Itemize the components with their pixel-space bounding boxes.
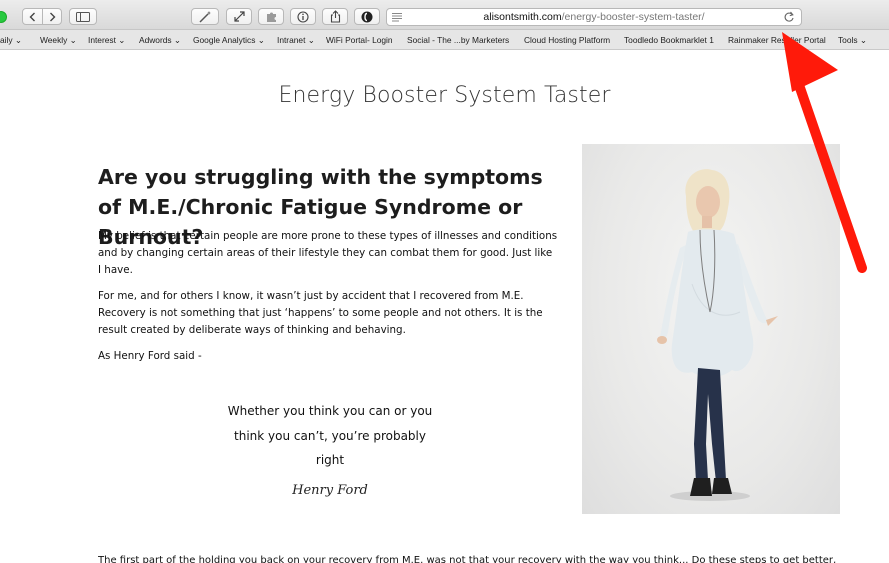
bookmark-wifi-portal[interactable]: WiFi Portal- Login [326, 35, 393, 45]
bookmark-adwords[interactable]: Adwords ⌄ [139, 35, 181, 45]
quote-author: Henry Ford [292, 483, 368, 498]
bookmark-toodledo[interactable]: Toodledo Bookmarklet 1 [624, 35, 714, 45]
quote: Whether you think you can or you think y… [212, 399, 448, 473]
url-path: /energy-booster-system-taster/ [561, 11, 705, 23]
fullscreen-icon [233, 11, 245, 22]
sidebar-button[interactable] [69, 8, 97, 25]
share-button[interactable] [322, 8, 348, 25]
sidebar-icon [76, 11, 90, 22]
bookmark-interest[interactable]: Interest ⌄ [88, 35, 125, 45]
paragraph-recovery: For me, and for others I know, it wasn’t… [98, 290, 543, 336]
puzzle-icon [265, 10, 278, 23]
bookmark-daily[interactable]: aily ⌄ [0, 35, 22, 45]
bookmark-social[interactable]: Social - The ...by Marketers [407, 35, 509, 45]
reader-icon[interactable] [392, 12, 402, 22]
paragraph-belief: My belief is that certain people are mor… [98, 230, 558, 276]
back-icon[interactable] [27, 11, 39, 23]
body-text-continued: The first part of the holding you back o… [98, 555, 838, 563]
info-button[interactable] [290, 8, 316, 25]
quote-line: think you can’t, you’re probably [234, 428, 426, 443]
shield-icon [361, 11, 373, 23]
reload-icon[interactable] [783, 11, 795, 23]
bookmarks-bar: aily ⌄ Weekly ⌄ Interest ⌄ Adwords ⌄ Goo… [0, 30, 889, 50]
magic-wand-button[interactable] [191, 8, 219, 25]
quote-line: right [315, 453, 345, 467]
bookmark-weekly[interactable]: Weekly ⌄ [40, 35, 77, 45]
address-bar[interactable]: alisontsmith.com/energy-booster-system-t… [386, 8, 802, 26]
page-title: Energy Booster System Taster [278, 83, 611, 108]
quote-line: Whether you think you can or you [227, 404, 433, 418]
bookmark-google-analytics[interactable]: Google Analytics ⌄ [193, 35, 265, 45]
privacy-button[interactable] [354, 8, 380, 25]
annotation-arrow-icon [782, 32, 867, 273]
paragraph-henry-ford-intro: As Henry Ford said - [98, 350, 202, 362]
share-icon [330, 10, 341, 23]
url-host: alisontsmith.com [483, 11, 562, 23]
history-navigation [22, 8, 62, 25]
bookmark-cloud-hosting[interactable]: Cloud Hosting Platform [524, 35, 610, 45]
forward-icon[interactable] [46, 11, 58, 23]
magic-wand-icon [198, 10, 212, 23]
info-icon [297, 10, 309, 23]
fullscreen-button[interactable] [226, 8, 252, 25]
extension-button[interactable] [258, 8, 284, 25]
window-zoom-button[interactable] [0, 11, 7, 23]
bookmark-intranet[interactable]: Intranet ⌄ [277, 35, 315, 45]
browser-toolbar: alisontsmith.com/energy-booster-system-t… [0, 0, 889, 30]
